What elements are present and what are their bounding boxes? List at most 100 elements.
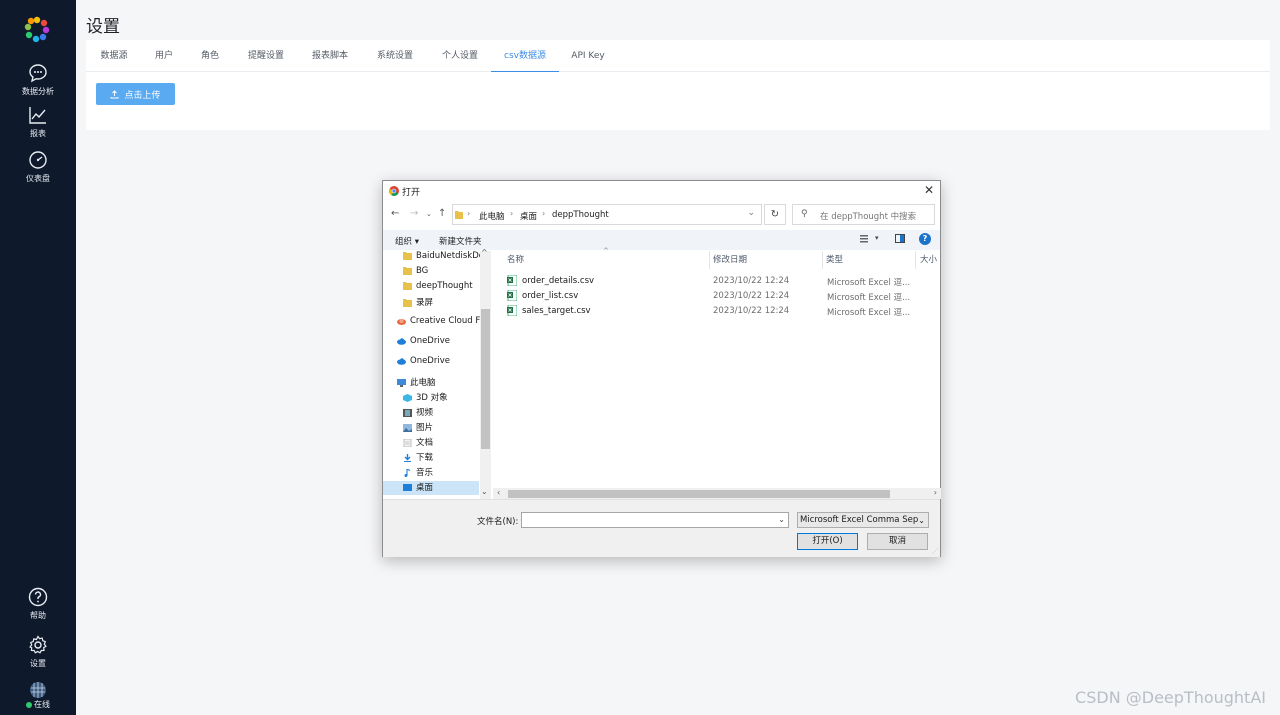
tree-item-music[interactable]: 音乐 bbox=[403, 466, 433, 480]
chat-bubble-icon bbox=[29, 64, 47, 83]
breadcrumb-this-pc[interactable]: 此电脑 bbox=[479, 210, 505, 222]
help-icon[interactable]: ? bbox=[919, 233, 931, 245]
user-status[interactable]: 在线 bbox=[0, 681, 76, 710]
resize-grip-icon[interactable]: ⋰ bbox=[932, 548, 938, 555]
organize-menu[interactable]: 组织 ▾ bbox=[395, 235, 419, 247]
folder-icon bbox=[403, 281, 412, 290]
tab-report-scripts[interactable]: 报表脚本 bbox=[304, 40, 356, 72]
chevron-down-icon: ⌄ bbox=[918, 516, 925, 525]
scroll-up-icon[interactable]: ^ bbox=[481, 248, 488, 257]
tree-item-desktop[interactable]: 桌面 bbox=[383, 481, 479, 495]
gauge-icon bbox=[29, 151, 47, 169]
tab-system-settings[interactable]: 系统设置 bbox=[369, 40, 421, 72]
tree-item-label: 桌面 bbox=[416, 483, 434, 493]
tree-item-this-pc[interactable]: 此电脑 bbox=[397, 376, 436, 390]
sidebar-item-dashboard[interactable]: 仪表盘 bbox=[0, 149, 76, 184]
sidebar-item-reports[interactable]: 报表 bbox=[0, 104, 76, 139]
file-list-pane: ^ 名称 修改日期 类型 大小 order_details.csv 2023/1… bbox=[493, 247, 941, 499]
sidebar-item-label: 帮助 bbox=[30, 611, 46, 620]
breadcrumb-folder[interactable]: deppThought bbox=[552, 210, 609, 220]
folder-icon bbox=[403, 298, 412, 307]
scroll-down-icon[interactable]: ⌄ bbox=[481, 487, 488, 496]
upload-button[interactable]: 点击上传 bbox=[96, 83, 175, 105]
tree-item-onedrive-1[interactable]: OneDrive bbox=[397, 336, 450, 350]
breadcrumb-desktop[interactable]: 桌面 bbox=[520, 210, 537, 222]
close-icon[interactable]: ✕ bbox=[924, 183, 934, 197]
tab-api-key[interactable]: API Key bbox=[566, 40, 610, 72]
tree-item-downloads[interactable]: 下载 bbox=[403, 451, 433, 465]
back-arrow-icon[interactable]: ← bbox=[391, 208, 399, 219]
dialog-footer: 文件名(N): ⌄ Microsoft Excel Comma Sep ⌄ 打开… bbox=[383, 499, 940, 557]
address-bar[interactable]: › 此电脑 › 桌面 › deppThought ⌄ bbox=[452, 204, 762, 225]
column-header-name[interactable]: 名称 bbox=[507, 251, 524, 269]
tree-item-deepthought[interactable]: deepThought bbox=[403, 281, 473, 295]
column-header-type[interactable]: 类型 bbox=[826, 251, 843, 269]
tree-item-screen-recording[interactable]: 录屏 bbox=[403, 296, 433, 310]
app-logo[interactable] bbox=[24, 16, 50, 42]
excel-file-icon bbox=[507, 305, 517, 316]
column-divider[interactable] bbox=[915, 251, 916, 269]
dialog-toolbar: 组织 ▾ 新建文件夹 ▾ ? bbox=[383, 230, 940, 250]
line-chart-icon bbox=[29, 107, 46, 124]
tree-item-label: BG bbox=[416, 266, 429, 276]
scroll-left-icon[interactable]: ‹ bbox=[497, 488, 500, 497]
tree-item-documents[interactable]: 文档 bbox=[403, 436, 433, 450]
file-row[interactable]: order_details.csv 2023/10/22 12:24 Micro… bbox=[493, 274, 941, 289]
sidebar-item-data-analysis[interactable]: 数据分析 bbox=[0, 62, 76, 97]
column-header-size[interactable]: 大小 bbox=[920, 251, 937, 269]
tab-users[interactable]: 用户 bbox=[146, 40, 182, 72]
recent-dropdown-icon[interactable]: ⌄ bbox=[426, 210, 432, 218]
tree-item-onedrive-2[interactable]: OneDrive bbox=[397, 356, 450, 370]
nav-pane-scrollbar[interactable]: ^ ⌄ bbox=[480, 248, 491, 499]
column-divider[interactable] bbox=[709, 251, 710, 269]
tab-datasource[interactable]: 数据源 bbox=[92, 40, 136, 72]
view-dropdown-icon[interactable]: ▾ bbox=[875, 234, 879, 242]
dialog-titlebar[interactable]: 打开 ✕ bbox=[383, 181, 940, 201]
preview-pane-icon[interactable] bbox=[895, 234, 905, 243]
tree-item-label: 3D 对象 bbox=[416, 393, 448, 403]
tree-item-videos[interactable]: 视频 bbox=[403, 406, 433, 420]
tree-item-creative-cloud[interactable]: Creative Cloud Fi bbox=[397, 316, 482, 330]
sidebar-item-help[interactable]: 帮助 bbox=[0, 586, 76, 621]
tree-item-baidunetdisk[interactable]: BaiduNetdiskDo bbox=[403, 251, 484, 265]
file-row[interactable]: order_list.csv 2023/10/22 12:24 Microsof… bbox=[493, 289, 941, 304]
scrollbar-thumb[interactable] bbox=[481, 309, 490, 449]
sidebar-item-settings[interactable]: 设置 bbox=[0, 634, 76, 669]
tab-roles[interactable]: 角色 bbox=[192, 40, 228, 72]
scrollbar-thumb[interactable] bbox=[508, 490, 890, 498]
tab-personal-settings[interactable]: 个人设置 bbox=[434, 40, 486, 72]
file-pane-hscrollbar[interactable]: ‹ › bbox=[493, 488, 941, 499]
tree-item-pictures[interactable]: 图片 bbox=[403, 421, 433, 435]
tree-item-label: 下载 bbox=[416, 453, 434, 463]
filename-input[interactable]: ⌄ bbox=[521, 512, 789, 528]
folder-icon bbox=[403, 266, 412, 275]
open-button[interactable]: 打开(O) bbox=[797, 533, 858, 550]
search-input[interactable]: ⚲ 在 deppThought 中搜索 bbox=[792, 204, 935, 225]
search-icon: ⚲ bbox=[801, 209, 808, 219]
new-folder-button[interactable]: 新建文件夹 bbox=[439, 235, 482, 247]
online-dot bbox=[26, 701, 32, 708]
tab-csv-datasource[interactable]: csv数据源 bbox=[491, 40, 559, 72]
refresh-icon[interactable]: ↻ bbox=[764, 204, 786, 225]
excel-file-icon bbox=[507, 290, 517, 301]
file-type: Microsoft Excel 逗... bbox=[827, 308, 911, 318]
tree-item-label: 图片 bbox=[416, 423, 434, 433]
tree-item-bg[interactable]: BG bbox=[403, 266, 428, 280]
tab-reminders[interactable]: 提醒设置 bbox=[240, 40, 292, 72]
forward-arrow-icon[interactable]: → bbox=[410, 208, 418, 219]
chevron-down-icon[interactable]: ⌄ bbox=[747, 208, 755, 218]
chevron-down-icon[interactable]: ⌄ bbox=[778, 515, 785, 524]
filetype-select[interactable]: Microsoft Excel Comma Sep ⌄ bbox=[797, 512, 929, 528]
creative-cloud-icon bbox=[397, 318, 406, 325]
tree-item-3d-objects[interactable]: 3D 对象 bbox=[403, 391, 448, 405]
file-row[interactable]: sales_target.csv 2023/10/22 12:24 Micros… bbox=[493, 304, 941, 319]
scroll-right-icon[interactable]: › bbox=[934, 488, 937, 497]
column-header-date[interactable]: 修改日期 bbox=[713, 251, 747, 269]
picture-icon bbox=[403, 423, 412, 432]
view-options-icon[interactable] bbox=[860, 234, 870, 244]
settings-card: 数据源 用户 角色 提醒设置 报表脚本 系统设置 个人设置 csv数据源 API… bbox=[86, 40, 1270, 130]
cancel-button[interactable]: 取消 bbox=[867, 533, 928, 550]
up-arrow-icon[interactable]: ↑ bbox=[438, 208, 446, 219]
onedrive-icon bbox=[397, 337, 406, 345]
column-divider[interactable] bbox=[822, 251, 823, 269]
